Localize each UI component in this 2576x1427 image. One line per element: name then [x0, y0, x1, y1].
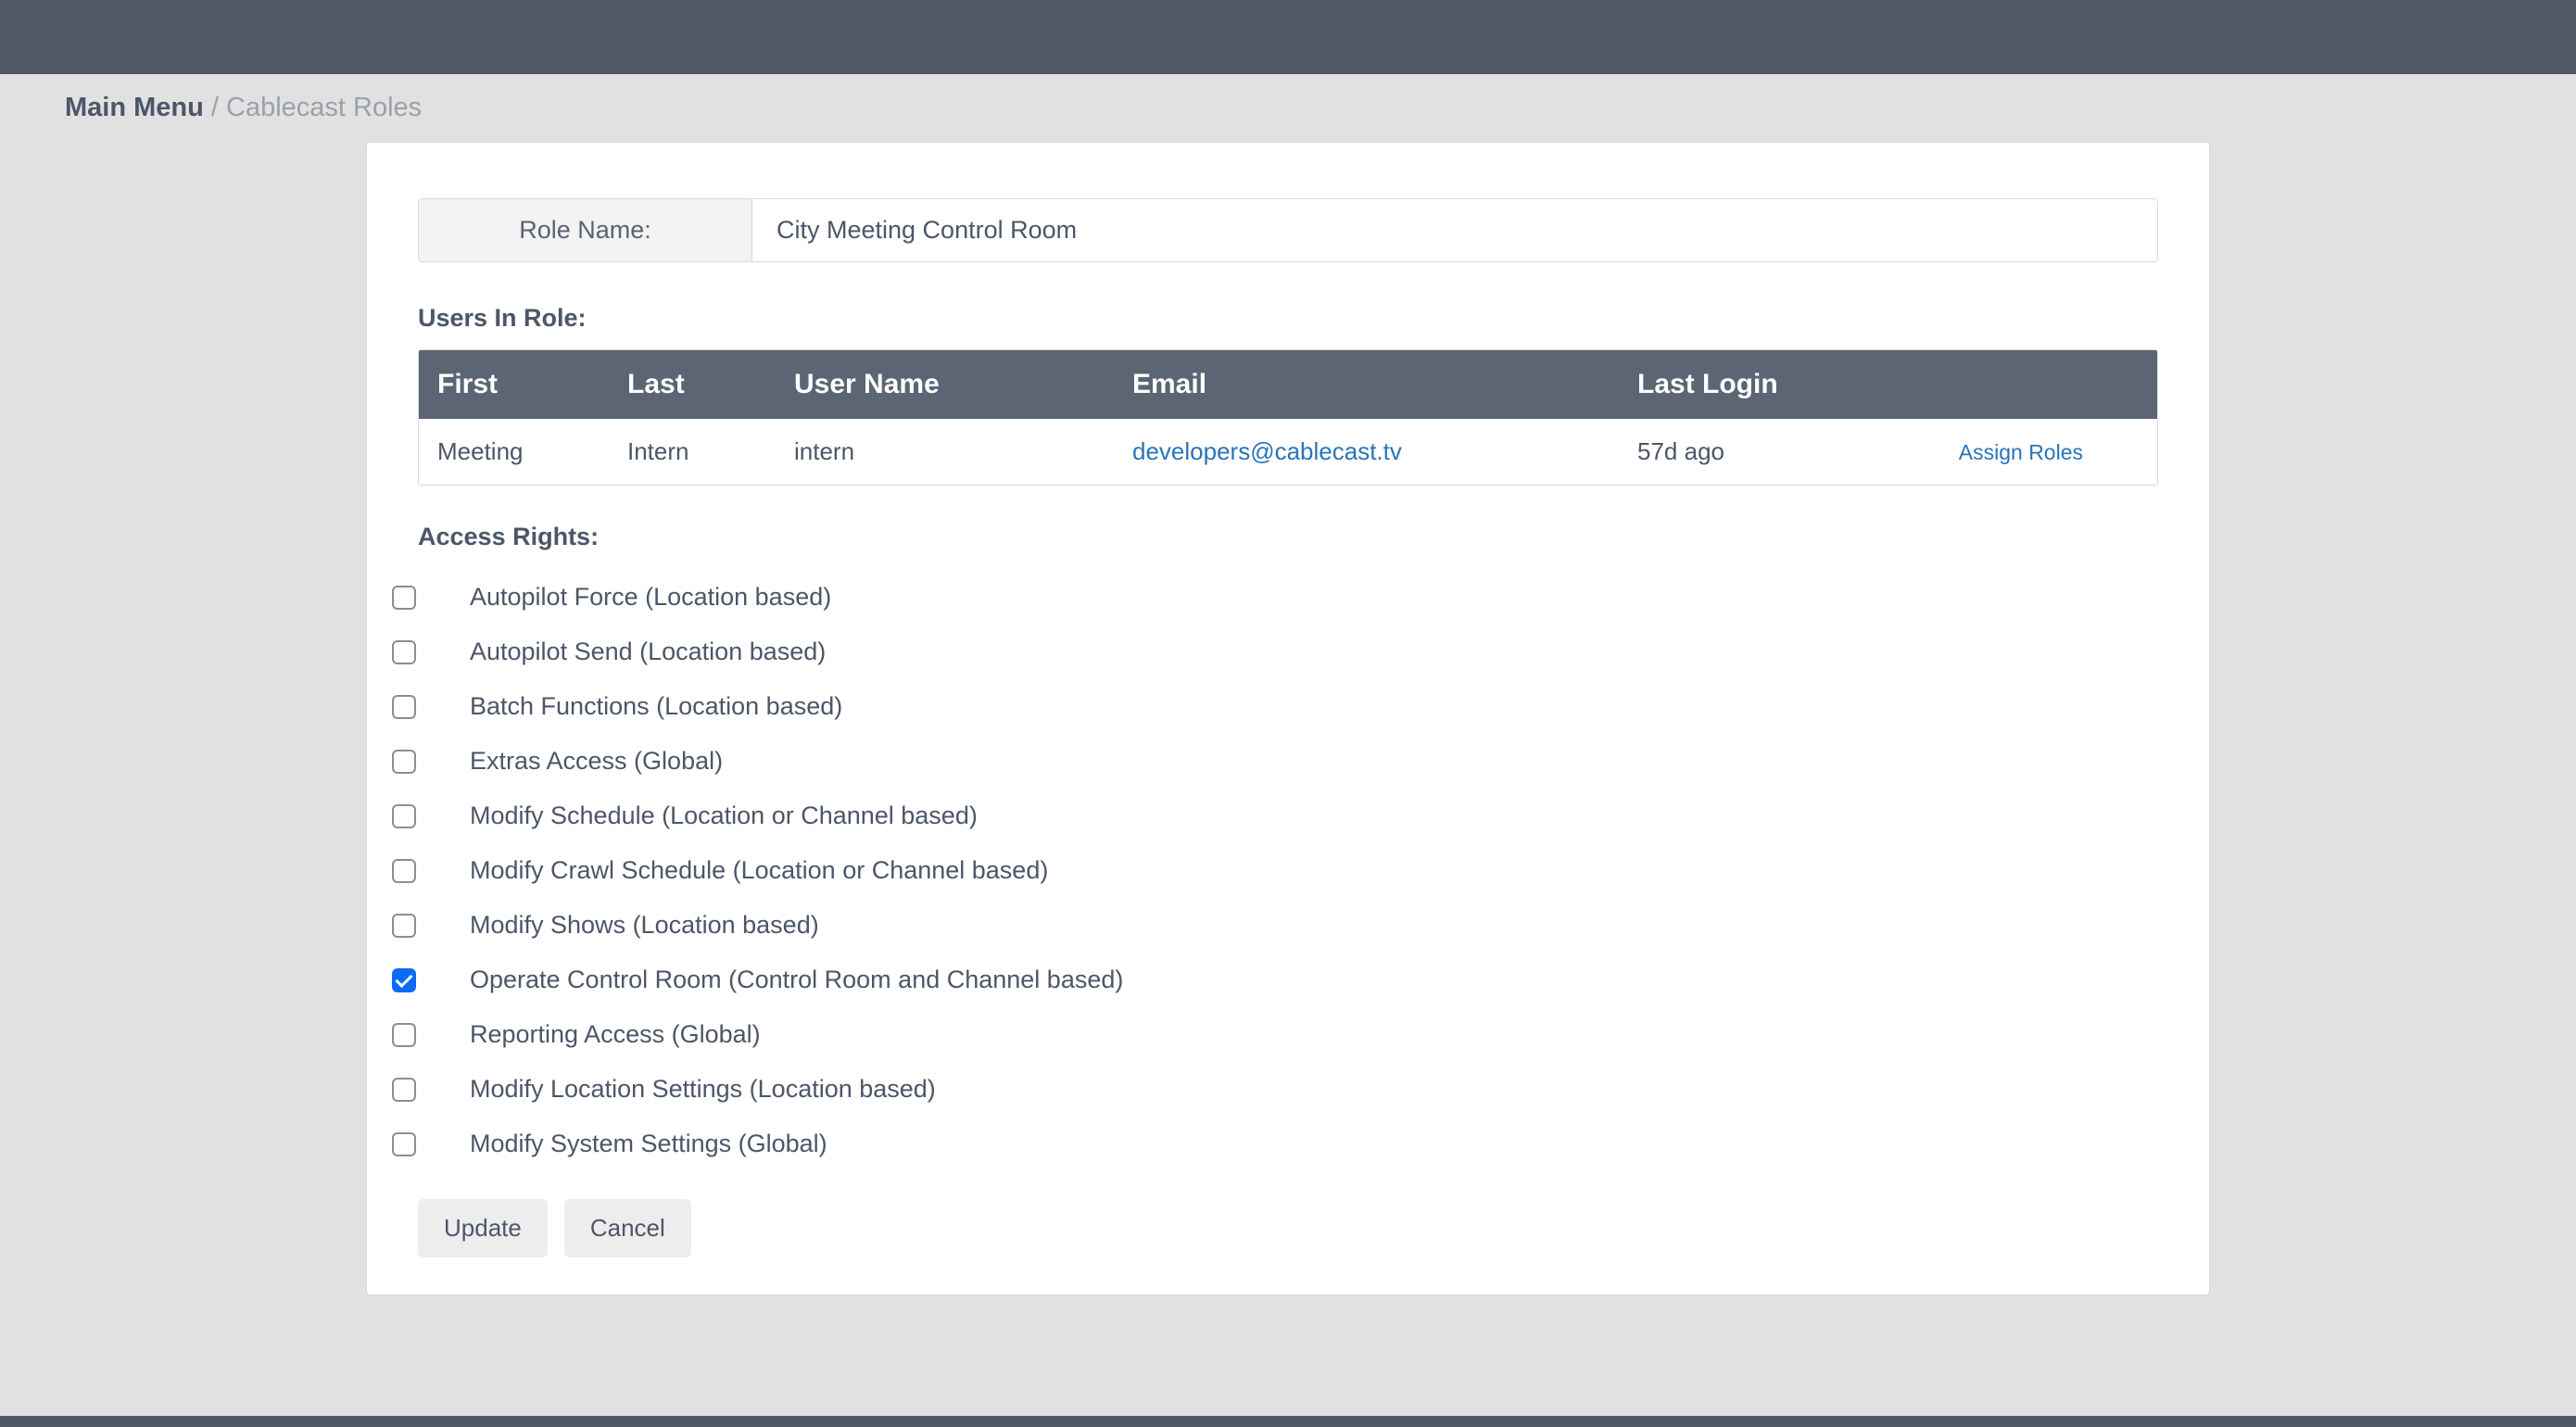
breadcrumb-root[interactable]: Main Menu [65, 93, 204, 122]
access-item: Autopilot Force (Location based) [392, 570, 2158, 625]
access-label[interactable]: Modify Shows (Location based) [470, 911, 819, 940]
access-item: Modify System Settings (Global) [392, 1117, 2158, 1171]
access-label[interactable]: Autopilot Force (Location based) [470, 583, 831, 612]
breadcrumb-current: Cablecast Roles [226, 93, 422, 122]
access-checkbox[interactable] [392, 1132, 416, 1156]
col-header-last: Last [627, 369, 794, 400]
access-label[interactable]: Autopilot Send (Location based) [470, 638, 826, 666]
access-label[interactable]: Modify System Settings (Global) [470, 1130, 827, 1158]
access-label[interactable]: Modify Schedule (Location or Channel bas… [470, 802, 978, 830]
top-bar [0, 0, 2576, 74]
col-header-email: Email [1132, 369, 1637, 400]
cell-first: Meeting [437, 437, 627, 466]
users-in-role-heading: Users In Role: [418, 304, 2158, 333]
access-label[interactable]: Extras Access (Global) [470, 747, 723, 776]
access-checkbox[interactable] [392, 804, 416, 828]
access-item: Modify Location Settings (Location based… [392, 1062, 2158, 1117]
access-checkbox[interactable] [392, 968, 416, 992]
email-link[interactable]: developers@cablecast.tv [1132, 437, 1402, 465]
cell-username: intern [794, 437, 1132, 466]
access-item: Reporting Access (Global) [392, 1007, 2158, 1062]
access-rights-heading: Access Rights: [418, 523, 2158, 551]
role-panel: Role Name: Users In Role: First Last Use… [366, 142, 2210, 1295]
access-label[interactable]: Reporting Access (Global) [470, 1020, 761, 1049]
access-checkbox[interactable] [392, 859, 416, 883]
access-label[interactable]: Modify Location Settings (Location based… [470, 1075, 936, 1104]
role-name-label: Role Name: [419, 199, 752, 261]
access-checkbox[interactable] [392, 586, 416, 610]
breadcrumb: Main Menu / Cablecast Roles [65, 93, 2511, 123]
update-button[interactable]: Update [418, 1199, 548, 1257]
access-item: Autopilot Send (Location based) [392, 625, 2158, 679]
page-wrapper: Main Menu / Cablecast Roles Role Name: U… [0, 74, 2576, 1295]
role-name-row: Role Name: [418, 198, 2158, 262]
role-name-input[interactable] [752, 199, 2157, 261]
access-item: Extras Access (Global) [392, 734, 2158, 789]
access-item: Modify Crawl Schedule (Location or Chann… [392, 843, 2158, 898]
user-table-header: First Last User Name Email Last Login [419, 350, 2157, 419]
table-row: Meeting Intern intern developers@cableca… [419, 419, 2157, 485]
bottom-bar [0, 1416, 2576, 1427]
cell-last: Intern [627, 437, 794, 466]
access-label[interactable]: Batch Functions (Location based) [470, 692, 842, 721]
access-label[interactable]: Modify Crawl Schedule (Location or Chann… [470, 856, 1048, 885]
access-item: Batch Functions (Location based) [392, 679, 2158, 734]
cell-lastlogin: 57d ago [1637, 437, 1957, 466]
access-item: Modify Shows (Location based) [392, 898, 2158, 953]
col-header-first: First [437, 369, 627, 400]
access-rights-list: Autopilot Force (Location based) Autopilo… [392, 570, 2158, 1171]
access-checkbox[interactable] [392, 1023, 416, 1047]
access-item: Operate Control Room (Control Room and C… [392, 953, 2158, 1007]
button-row: Update Cancel [418, 1199, 2158, 1257]
user-table: First Last User Name Email Last Login Me… [418, 349, 2158, 486]
access-checkbox[interactable] [392, 750, 416, 774]
access-checkbox[interactable] [392, 640, 416, 664]
access-label[interactable]: Operate Control Room (Control Room and C… [470, 966, 1123, 994]
col-header-action [1957, 369, 2139, 400]
breadcrumb-separator: / [204, 93, 226, 122]
col-header-username: User Name [794, 369, 1132, 400]
access-checkbox[interactable] [392, 695, 416, 719]
assign-roles-link[interactable]: Assign Roles [1959, 440, 2083, 464]
col-header-lastlogin: Last Login [1637, 369, 1957, 400]
cancel-button[interactable]: Cancel [564, 1199, 691, 1257]
access-checkbox[interactable] [392, 1078, 416, 1102]
access-item: Modify Schedule (Location or Channel bas… [392, 789, 2158, 843]
access-checkbox[interactable] [392, 914, 416, 938]
